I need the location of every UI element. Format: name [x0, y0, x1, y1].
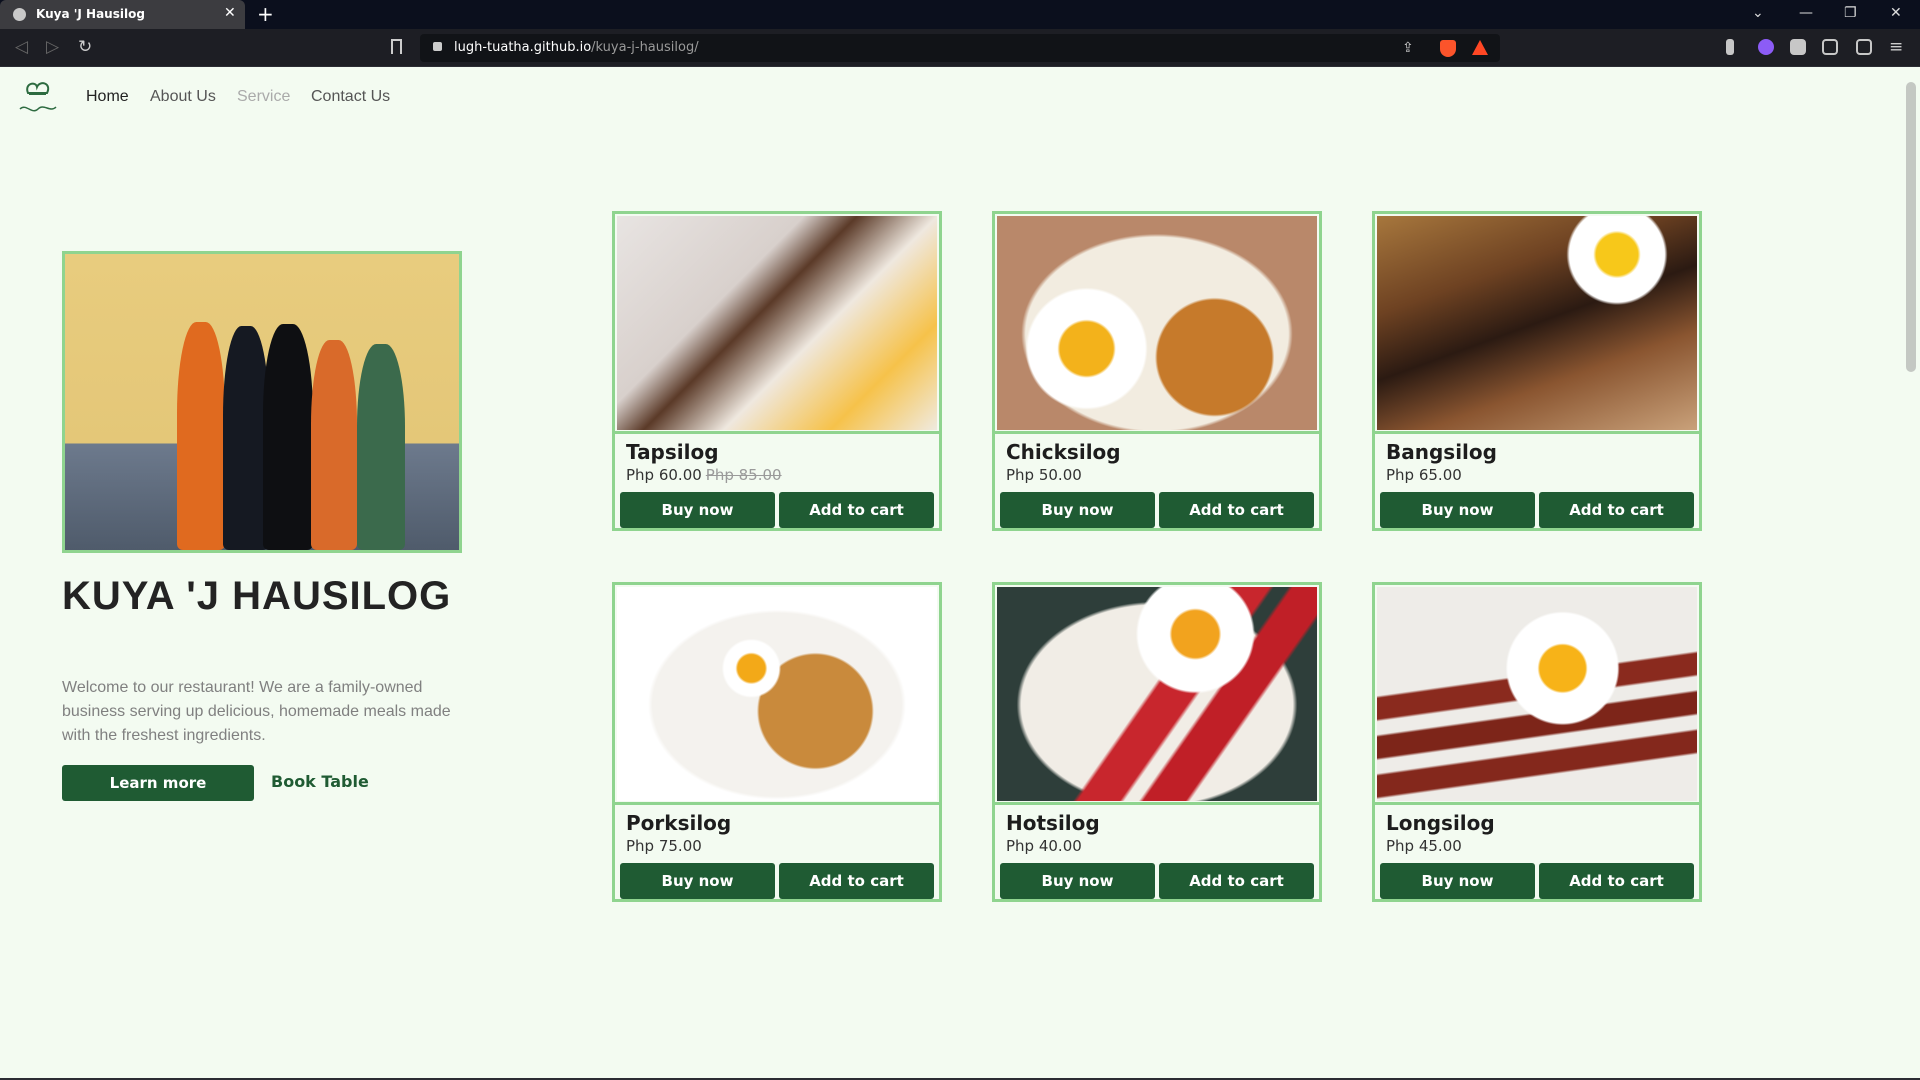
browser-tab[interactable]: Kuya 'J Hausilog ✕ — [0, 0, 245, 29]
brave-rewards-icon[interactable] — [1472, 40, 1488, 55]
product-image — [617, 216, 937, 430]
page-scrollbar[interactable] — [1902, 68, 1920, 1080]
product-image — [1377, 587, 1697, 801]
wallet-icon[interactable] — [1856, 39, 1872, 55]
address-bar[interactable]: lugh-tuatha.github.io/kuya-j-hausilog/ ⇪ — [420, 34, 1500, 62]
menu-icon[interactable]: ≡ — [1889, 37, 1903, 57]
product-name: Tapsilog — [626, 440, 719, 464]
bookmark-icon[interactable] — [391, 39, 402, 54]
product-card: Porksilog Php 75.00 Buy now Add to cart — [612, 582, 942, 902]
back-icon[interactable]: ◁ — [15, 37, 28, 57]
product-card: Longsilog Php 45.00 Buy now Add to cart — [1372, 582, 1702, 902]
reload-icon[interactable]: ↻ — [78, 37, 92, 57]
product-image — [997, 587, 1317, 801]
lock-icon — [433, 42, 442, 51]
tab-title: Kuya 'J Hausilog — [36, 7, 145, 21]
url-text[interactable]: lugh-tuatha.github.io/kuya-j-hausilog/ — [454, 40, 699, 55]
nav-service-link[interactable]: Service — [237, 88, 290, 106]
buy-now-button[interactable]: Buy now — [1000, 492, 1155, 528]
minimize-icon[interactable]: — — [1799, 5, 1813, 21]
hero-title: KUYA 'J HAUSILOG — [62, 574, 452, 618]
profile-extension-icon[interactable] — [1758, 39, 1774, 55]
product-name: Hotsilog — [1006, 811, 1100, 835]
add-to-cart-button[interactable]: Add to cart — [779, 863, 934, 899]
product-name: Longsilog — [1386, 811, 1495, 835]
product-image — [617, 587, 937, 801]
product-name: Chicksilog — [1006, 440, 1121, 464]
product-card: Hotsilog Php 40.00 Buy now Add to cart — [992, 582, 1322, 902]
nav-contact-link[interactable]: Contact Us — [311, 88, 390, 106]
close-tab-icon[interactable]: ✕ — [224, 5, 236, 21]
restaurant-logo[interactable] — [14, 79, 60, 119]
new-tab-icon[interactable]: + — [257, 2, 274, 26]
product-image — [997, 216, 1317, 430]
add-to-cart-button[interactable]: Add to cart — [1159, 863, 1314, 899]
tab-search-chevron-icon[interactable]: ⌄ — [1752, 5, 1764, 21]
hero-description: Welcome to our restaurant! We are a fami… — [62, 679, 451, 744]
restore-icon[interactable]: ❐ — [1844, 5, 1857, 21]
browser-toolbar: ◁ ▷ ↻ lugh-tuatha.github.io/kuya-j-hausi… — [0, 29, 1920, 67]
buy-now-button[interactable]: Buy now — [620, 863, 775, 899]
add-to-cart-button[interactable]: Add to cart — [1159, 492, 1314, 528]
share-icon[interactable]: ⇪ — [1402, 40, 1414, 56]
product-name: Porksilog — [626, 811, 732, 835]
product-price: Php 60.00 Php 85.00 — [626, 466, 782, 484]
add-to-cart-button[interactable]: Add to cart — [1539, 492, 1694, 528]
nav-about-link[interactable]: About Us — [150, 88, 216, 106]
browser-tab-strip: Kuya 'J Hausilog ✕ + ⌄ — ❐ ✕ — [0, 0, 1920, 29]
sidebar-icon[interactable] — [1822, 39, 1838, 55]
site-favicon-icon — [13, 8, 26, 21]
nav-home-link[interactable]: Home — [86, 88, 129, 106]
buy-now-button[interactable]: Buy now — [1380, 863, 1535, 899]
product-card: Bangsilog Php 65.00 Buy now Add to cart — [1372, 211, 1702, 531]
buy-now-button[interactable]: Buy now — [1380, 492, 1535, 528]
product-card: Chicksilog Php 50.00 Buy now Add to cart — [992, 211, 1322, 531]
product-price: Php 75.00 — [626, 837, 702, 855]
scrollbar-thumb[interactable] — [1906, 82, 1916, 372]
hero-group-photo — [62, 251, 462, 553]
close-window-icon[interactable]: ✕ — [1890, 5, 1902, 21]
product-price: Php 45.00 — [1386, 837, 1462, 855]
learn-more-button[interactable]: Learn more — [62, 765, 254, 801]
extension-icon[interactable] — [1726, 39, 1734, 55]
product-price: Php 65.00 — [1386, 466, 1462, 484]
puzzle-icon[interactable] — [1790, 39, 1806, 55]
add-to-cart-button[interactable]: Add to cart — [1539, 863, 1694, 899]
product-price: Php 40.00 — [1006, 837, 1082, 855]
brave-shields-icon[interactable] — [1440, 40, 1456, 57]
buy-now-button[interactable]: Buy now — [620, 492, 775, 528]
product-name: Bangsilog — [1386, 440, 1497, 464]
add-to-cart-button[interactable]: Add to cart — [779, 492, 934, 528]
original-price: Php 85.00 — [705, 466, 782, 484]
buy-now-button[interactable]: Buy now — [1000, 863, 1155, 899]
product-image — [1377, 216, 1697, 430]
product-price: Php 50.00 — [1006, 466, 1082, 484]
forward-icon[interactable]: ▷ — [46, 37, 59, 57]
book-table-link[interactable]: Book Table — [271, 772, 369, 791]
product-card: Tapsilog Php 60.00 Php 85.00 Buy now Add … — [612, 211, 942, 531]
